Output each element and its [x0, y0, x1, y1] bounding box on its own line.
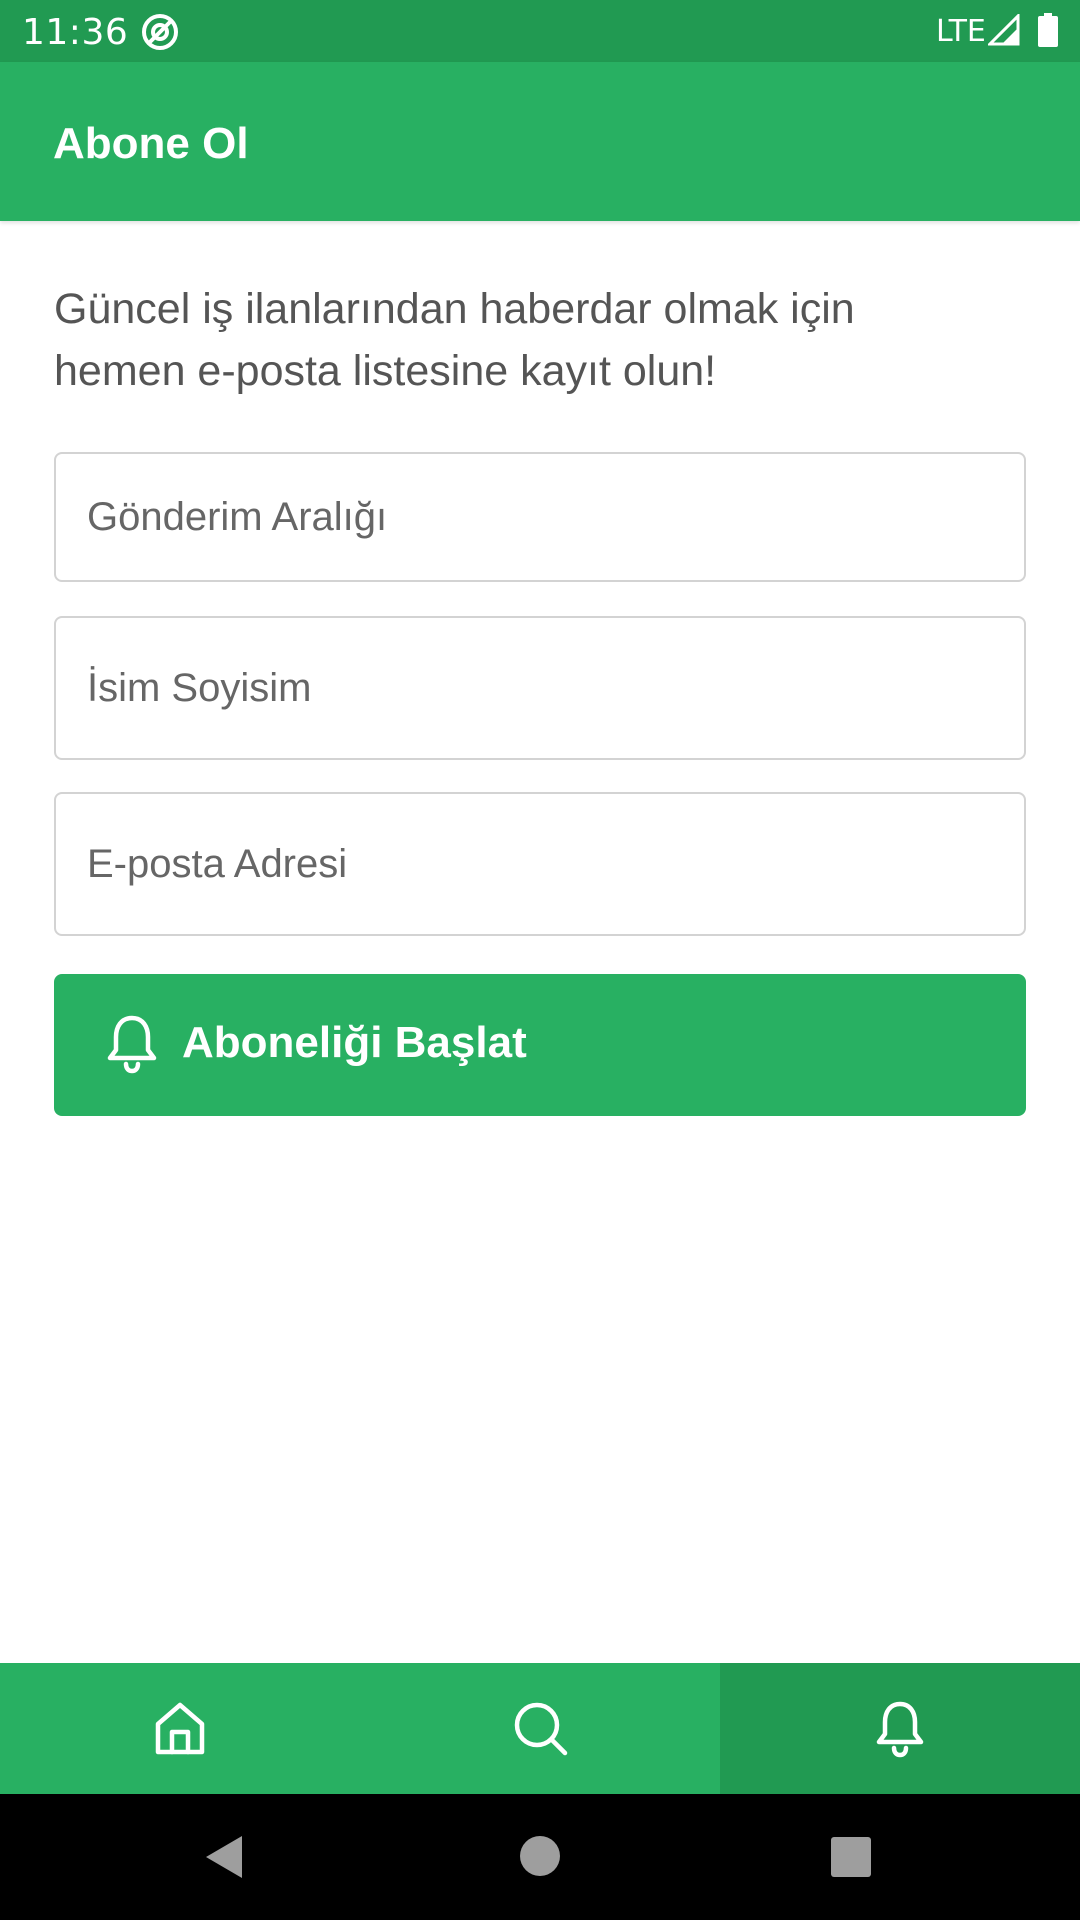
signal-icon: [988, 14, 1020, 46]
recents-icon[interactable]: [831, 1837, 871, 1877]
bottom-navigation: [0, 1663, 1080, 1794]
app-bar: Abone Ol: [0, 62, 1080, 221]
full-name-field[interactable]: [54, 616, 1026, 760]
email-field[interactable]: [54, 792, 1026, 936]
page-title: Abone Ol: [53, 119, 249, 168]
start-subscription-button[interactable]: Aboneliği Başlat: [54, 974, 1026, 1116]
nav-item-home[interactable]: [0, 1663, 360, 1794]
status-bar: 11:36 LTE: [0, 0, 1080, 62]
intro-line-1: Güncel iş ilanlarından haberdar olmak iç…: [54, 285, 855, 333]
system-navigation-bar: [0, 1794, 1080, 1920]
email-input[interactable]: [56, 794, 1024, 934]
send-interval-input[interactable]: [56, 454, 1024, 580]
full-name-input[interactable]: [56, 618, 1024, 758]
intro-line-2: hemen e-posta listesine kayıt olun!: [54, 347, 717, 395]
nav-item-notifications[interactable]: [720, 1663, 1080, 1794]
status-time: 11:36: [22, 12, 129, 53]
intro-text: Güncel iş ilanlarından haberdar olmak iç…: [54, 278, 1034, 402]
at-sign-icon: [142, 14, 178, 50]
send-interval-field[interactable]: [54, 452, 1026, 582]
bell-icon: [107, 1015, 157, 1074]
search-icon: [514, 1702, 568, 1756]
network-type: LTE: [936, 14, 986, 49]
home-icon: [155, 1702, 205, 1755]
battery-icon: [1038, 13, 1058, 47]
back-icon[interactable]: [204, 1834, 244, 1880]
nav-item-search[interactable]: [360, 1663, 720, 1794]
home-circle-icon[interactable]: [520, 1836, 560, 1876]
bell-icon: [876, 1701, 924, 1758]
start-subscription-label: Aboneliği Başlat: [182, 1018, 527, 1067]
